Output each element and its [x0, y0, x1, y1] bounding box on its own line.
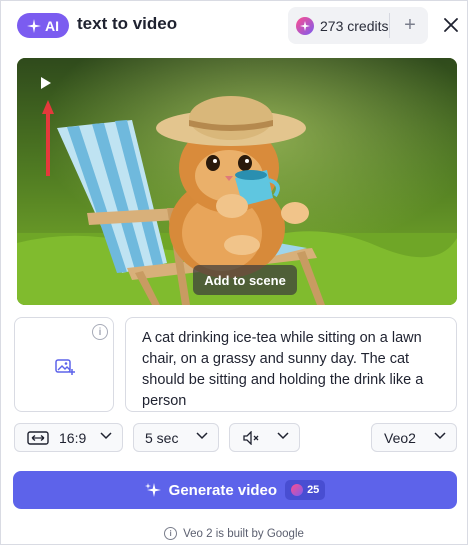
footer-note: i Veo 2 is built by Google: [1, 527, 467, 540]
generate-video-button[interactable]: Generate video 25: [13, 471, 457, 509]
cost-badge: 25: [285, 480, 326, 500]
chevron-down-icon: [434, 432, 446, 440]
add-to-scene-button[interactable]: Add to scene: [193, 265, 297, 295]
aspect-ratio-icon: [27, 430, 49, 445]
close-button[interactable]: [439, 13, 463, 37]
credits-pill[interactable]: 273 credits +: [288, 7, 428, 44]
sparkle-icon: [144, 483, 161, 497]
sound-select[interactable]: [229, 423, 300, 452]
credits-count: 273 credits: [320, 17, 389, 34]
info-icon[interactable]: i: [92, 324, 108, 340]
mute-icon: [243, 430, 259, 445]
up-arrow-icon: [42, 100, 54, 176]
credit-gem-icon: [291, 484, 304, 496]
prompt-textarea[interactable]: A cat drinking ice-tea while sitting on …: [125, 317, 457, 412]
play-button[interactable]: [35, 72, 57, 94]
duration-select[interactable]: 5 sec: [133, 423, 219, 452]
page-title: text to video: [77, 14, 178, 33]
duration-value: 5 sec: [145, 429, 179, 446]
credit-gem-icon: [296, 16, 314, 35]
play-icon: [41, 77, 51, 89]
add-credits-button[interactable]: +: [396, 11, 424, 39]
footer-text: Veo 2 is built by Google: [183, 527, 304, 540]
aspect-ratio-value: 16:9: [59, 429, 87, 446]
image-add-icon: [55, 359, 75, 375]
cost-value: 25: [307, 484, 320, 496]
generate-label: Generate video: [168, 481, 278, 499]
chevron-down-icon: [100, 432, 112, 440]
sparkle-icon: [27, 18, 41, 33]
model-value: Veo2: [384, 429, 416, 446]
credits-divider: [389, 13, 390, 38]
image-upload-slot[interactable]: i: [14, 317, 114, 412]
header: AI text to video 273 credits +: [1, 1, 467, 51]
ai-badge: AI: [17, 13, 69, 38]
chevron-down-icon: [277, 432, 289, 440]
aspect-ratio-select[interactable]: 16:9: [14, 423, 123, 452]
model-select[interactable]: Veo2: [371, 423, 457, 452]
video-preview[interactable]: Add to scene: [17, 58, 457, 305]
ai-badge-label: AI: [45, 17, 59, 34]
info-icon: i: [164, 527, 178, 540]
close-icon: [444, 18, 458, 32]
chevron-down-icon: [196, 432, 208, 440]
text-to-video-panel: AI text to video 273 credits + Add to sc…: [0, 0, 468, 545]
